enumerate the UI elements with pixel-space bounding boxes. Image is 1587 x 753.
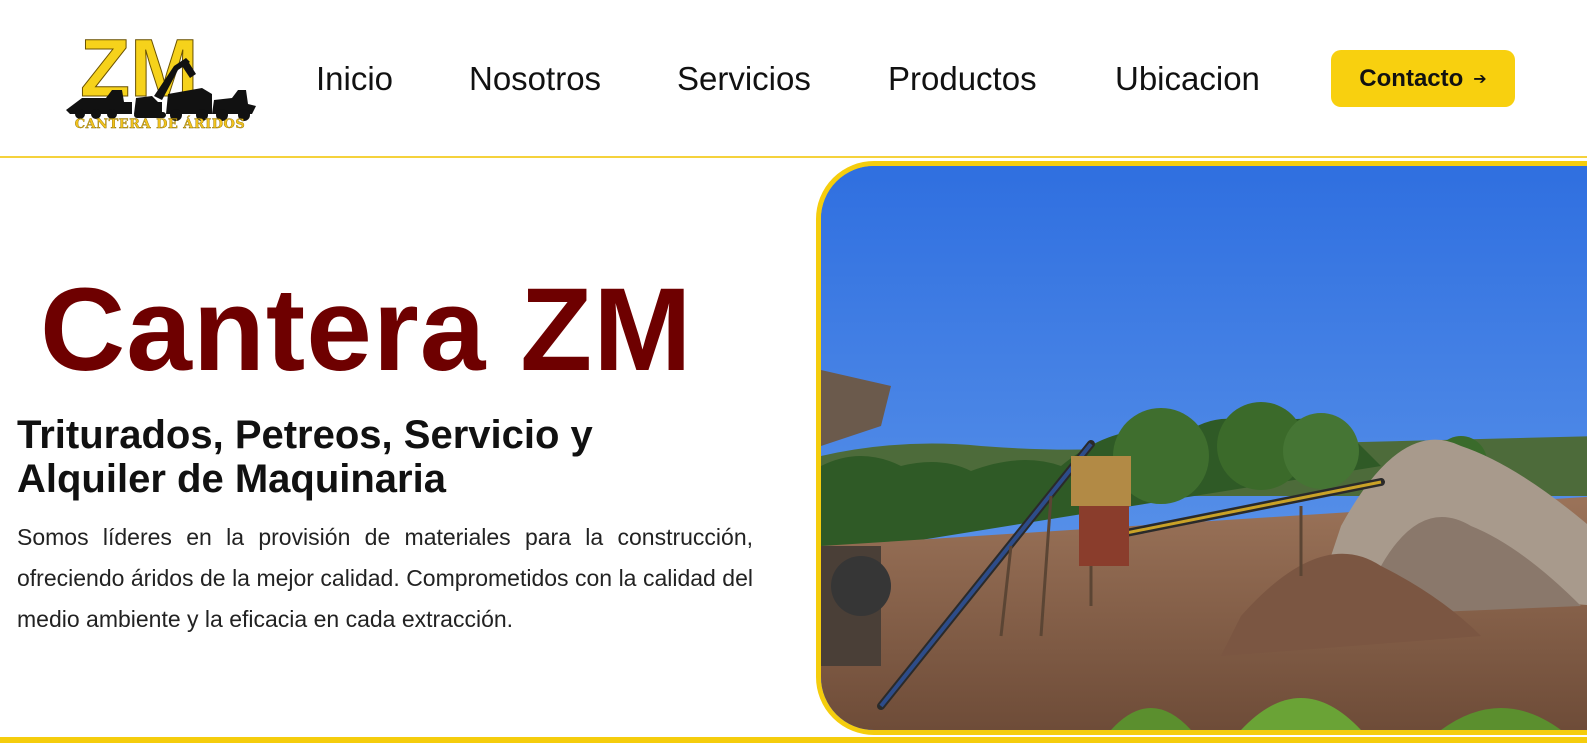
nav-item-servicios[interactable]: Servicios: [677, 56, 811, 102]
logo-caption: CANTERA DE ÁRIDOS: [74, 117, 246, 132]
contact-button[interactable]: Contacto ➔: [1331, 50, 1515, 107]
nav-item-ubicacion[interactable]: Ubicacion: [1115, 56, 1260, 102]
quarry-photo-illustration: [821, 166, 1587, 730]
nav-item-productos[interactable]: Productos: [888, 56, 1037, 102]
bottom-accent-bar: [0, 737, 1587, 743]
nav-item-inicio[interactable]: Inicio: [316, 56, 393, 102]
hero-title: Cantera ZM: [40, 264, 693, 396]
arrow-right-icon: ➔: [1473, 70, 1487, 88]
contact-button-label: Contacto: [1359, 64, 1464, 92]
hero-subtitle: Triturados, Petreos, Servicio y Alquiler…: [17, 413, 593, 501]
hero-photo: [816, 161, 1587, 735]
site-header: ZM CANTERA DE ÁRIDOS Inicio Nosotros Ser…: [0, 0, 1587, 158]
hero-description: Somos líderes en la provisión de materia…: [17, 524, 753, 632]
brand-logo[interactable]: ZM CANTERA DE ÁRIDOS: [62, 18, 258, 138]
nav-item-nosotros[interactable]: Nosotros: [469, 56, 601, 102]
